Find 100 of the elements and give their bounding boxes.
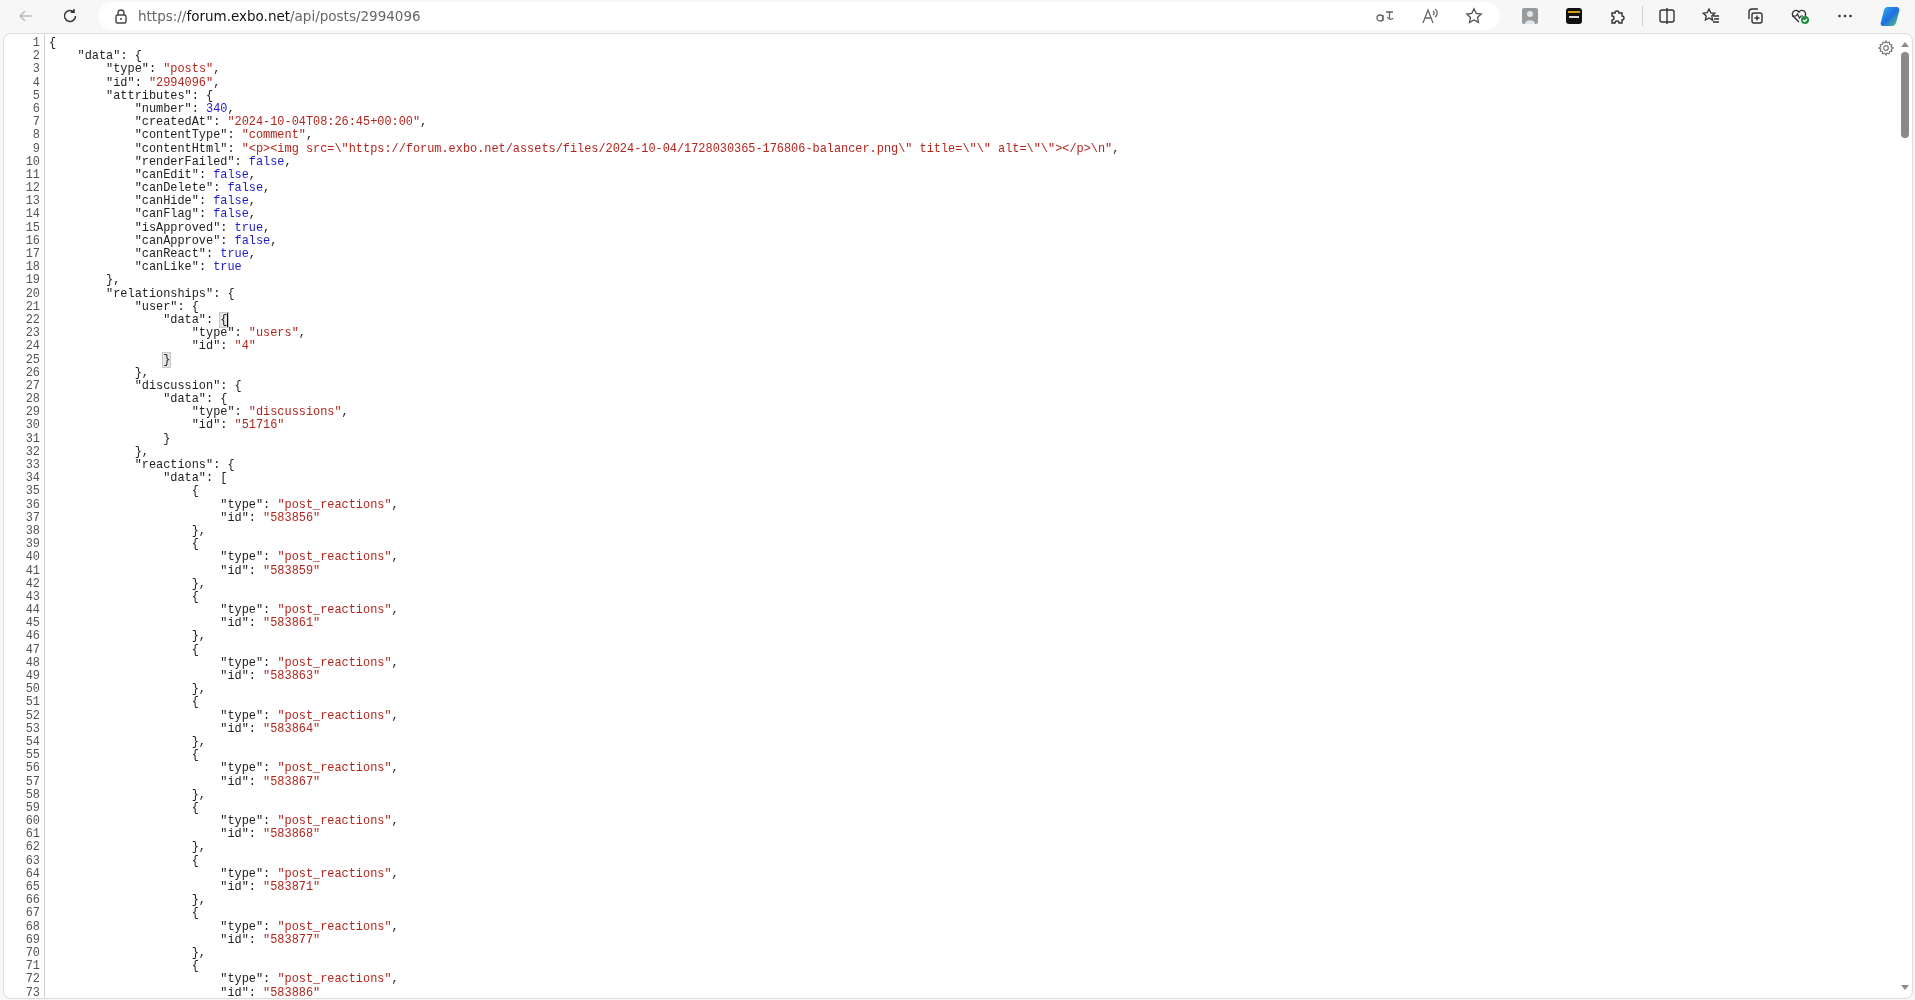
code-line: { [190, 696, 199, 710]
code-line: }, [190, 524, 206, 538]
code-line: }, [105, 274, 121, 288]
scroll-up-icon[interactable] [1900, 40, 1910, 48]
code-line: "id": "51716" [190, 419, 285, 433]
line-number: 10 [25, 155, 40, 169]
scroll-down-icon[interactable] [1900, 984, 1910, 992]
code-line: }, [133, 366, 149, 380]
line-number: 35 [25, 485, 40, 499]
code-line: "contentType": "comment", [133, 129, 314, 143]
collections-icon[interactable] [1746, 7, 1764, 25]
line-number: 38 [25, 524, 40, 538]
line-number: 62 [25, 841, 40, 855]
line-number: 16 [25, 234, 40, 248]
line-number: 25 [25, 353, 40, 367]
code-line: }, [190, 683, 206, 697]
line-number: 15 [25, 221, 40, 235]
dark-tile-icon[interactable] [1565, 7, 1583, 25]
code-line: "id": "583856" [219, 511, 321, 525]
line-number: 52 [25, 709, 40, 723]
code-line: "number": 340, [133, 102, 235, 116]
line-number: 32 [25, 445, 40, 459]
code-line: "canEdit": false, [133, 168, 256, 182]
code-line: "type": "post_reactions", [219, 973, 399, 987]
code-line: "id": "583871" [219, 881, 321, 895]
line-number: 65 [25, 881, 40, 894]
line-number: 1 [32, 37, 40, 50]
line-number: 6 [32, 102, 40, 116]
line-number: 42 [25, 577, 40, 591]
code-line: { [190, 643, 199, 657]
read-aloud-icon[interactable] [1421, 7, 1439, 25]
line-number: 11 [25, 168, 40, 182]
line-number: 49 [25, 670, 40, 683]
line-number: 23 [25, 327, 40, 341]
line-number: 41 [25, 564, 40, 578]
code-line: "type": "post_reactions", [219, 709, 399, 723]
code-line: "canFlag": false, [133, 208, 256, 222]
line-number: 2 [32, 50, 40, 64]
code-line: } [162, 432, 171, 446]
person-tile-icon[interactable] [1521, 7, 1539, 25]
code-line: "id": "583863" [219, 670, 321, 684]
line-number: 33 [25, 459, 40, 472]
code-line: "id": "583877" [219, 933, 321, 947]
settings-icon[interactable] [1878, 40, 1894, 56]
code-line: { [190, 854, 199, 868]
line-number: 46 [25, 630, 40, 644]
line-number: 54 [25, 735, 40, 749]
line-number: 20 [25, 287, 40, 301]
code-line: "type": "post_reactions", [219, 815, 399, 829]
line-number: 57 [25, 775, 40, 789]
line-number: 28 [25, 393, 40, 407]
split-screen-icon[interactable] [1658, 7, 1676, 25]
code-line: { [190, 485, 199, 499]
line-number: 30 [25, 419, 40, 433]
line-number: 59 [25, 801, 40, 815]
code-line: }, [190, 841, 206, 855]
code-line: "canDelete": false, [133, 182, 271, 196]
url-field[interactable]: https://forum.exbo.net/api/posts/2994096 [138, 8, 1362, 24]
favorites-icon[interactable] [1702, 7, 1720, 25]
star-icon[interactable] [1465, 7, 1483, 25]
code-line: "canLike": true [133, 261, 242, 275]
scrollbar-thumb[interactable] [1901, 52, 1909, 138]
code-line: "type": "post_reactions", [219, 498, 399, 512]
code-line: { [190, 590, 199, 605]
line-number: 56 [25, 762, 40, 776]
line-number: 31 [25, 432, 40, 446]
code-line: }, [190, 630, 206, 644]
reload-icon[interactable] [61, 7, 79, 25]
puzzle-icon[interactable] [1609, 7, 1627, 25]
code-line: { [190, 960, 199, 974]
code-line: }, [190, 735, 206, 749]
heart-check-icon[interactable] [1790, 7, 1810, 25]
line-number: 71 [25, 960, 40, 974]
line-number: 55 [25, 749, 40, 763]
line-number: 73 [25, 986, 40, 998]
code-line: "renderFailed": false, [133, 155, 292, 169]
code-line: { [190, 538, 199, 552]
code-line: "type": "posts", [105, 63, 221, 77]
code-line: "contentHtml": "<p><img src=\"https://forum.exbo.net/assets/files/2024-10-04/1728030365-176806-balancer.png\" title=\"\" alt=\"\"></p>\n", [133, 142, 1120, 156]
code-line: "type": "post_reactions", [219, 867, 399, 881]
line-number: 66 [25, 894, 40, 908]
line-number: 68 [25, 920, 40, 934]
code-line: "canHide": false, [133, 195, 256, 209]
line-number: 53 [25, 722, 40, 736]
line-number: 58 [25, 788, 40, 802]
code-line: "type": "post_reactions", [219, 656, 399, 670]
line-number: 4 [32, 76, 40, 90]
code-line: "isApproved": true, [133, 221, 271, 235]
code-line: "id": "583868" [219, 828, 321, 842]
code-line: "data": { [162, 393, 228, 407]
code-line: "canReact": true, [133, 248, 256, 261]
line-number: 69 [25, 933, 40, 947]
line-number: 61 [25, 828, 40, 842]
line-number: 72 [25, 973, 40, 987]
code-line: "id": "583886" [219, 986, 321, 998]
line-number: 3 [32, 63, 40, 77]
code-line: { [190, 907, 199, 921]
code-line: { [190, 749, 199, 763]
code-line: "attributes": { [105, 89, 214, 103]
code-line: }, [190, 788, 206, 802]
